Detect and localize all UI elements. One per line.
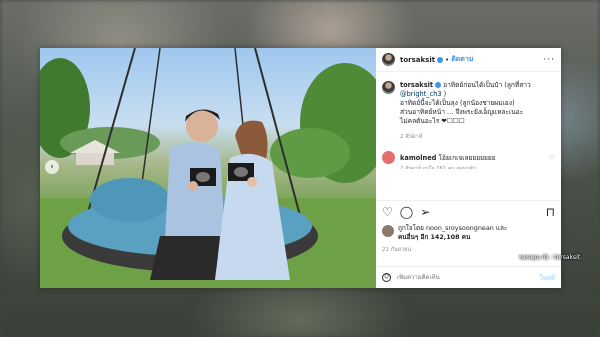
caption-timestamp: 2 สัปดาห์	[400, 134, 423, 140]
post-date: 21 กันยายน	[382, 247, 412, 253]
share-icon[interactable]: ➢	[420, 206, 430, 218]
separator: •	[445, 55, 450, 64]
comment-meta: 2 สัปดาห์ ถูกใจ 161 คน ตอบกลับ	[400, 166, 476, 169]
follow-button[interactable]: ติดตาม	[451, 54, 473, 65]
post-caption: torsaksit อาทิตย์ก่อนได้เป็นป๋า (ลูกที่ส…	[376, 72, 561, 126]
couple-swing-photo	[40, 48, 376, 288]
bookmark-icon[interactable]: ⊓	[546, 206, 555, 218]
avatar[interactable]	[382, 53, 395, 66]
caption-line: อาทิตย์ก่อนได้เป็นป๋า (ลูกที่สาว	[443, 81, 531, 89]
heart-icon[interactable]: ♡	[382, 206, 393, 218]
likes-summary: ถูกใจโดย noon_sroysoongnean และ คนอื่นๆ …	[382, 224, 557, 242]
commenter-username[interactable]: kamolned	[400, 154, 436, 162]
emoji-icon[interactable]: ☺	[382, 273, 391, 282]
action-bar: ♡ ◯ ➢ ⊓	[376, 200, 561, 222]
username-link[interactable]: torsaksit	[400, 56, 435, 64]
mention-link[interactable]: @bright_ch3 )	[400, 90, 531, 99]
more-icon[interactable]: ···	[543, 55, 555, 64]
post-photo: ‹	[40, 48, 376, 288]
caption-line: อาทิตย์นี้จะได้เป็นลุง (ลูกน้องชายผมเอง)	[400, 99, 515, 107]
comment-text: โอ้ยเกเจเลยยยยยยย	[438, 154, 496, 162]
comment-item: kamolned โอ้ยเกเจเลยยยยยยย ♡	[376, 141, 561, 164]
caption-line: ไม่คลดันอะไร ❤☐☐☐	[400, 117, 465, 125]
comment-like-icon[interactable]: ♡	[549, 154, 555, 162]
liker-avatar[interactable]	[382, 225, 394, 237]
post-header: torsaksit • ติดตาม ···	[376, 48, 561, 72]
verified-badge-icon	[437, 56, 444, 63]
previous-photo-button[interactable]: ‹	[45, 160, 59, 174]
instagram-post: ‹ torsaksit • ติดตาม ··· torsaksit อาทิต…	[40, 48, 561, 288]
caption-username[interactable]: torsaksit	[400, 81, 433, 89]
caption-line: ส่วนอาทิตย์หน้า ... จึงพระยังเอ็ญแหละเนอ…	[400, 108, 524, 116]
verified-badge-icon	[435, 82, 442, 88]
post-comment-button[interactable]: โพสต์	[539, 273, 555, 283]
avatar[interactable]	[382, 81, 395, 94]
likes-count[interactable]: คนอื่นๆ อีก 142,108 คน	[398, 233, 507, 242]
add-comment-bar: ☺ โพสต์	[376, 266, 561, 288]
likes-line[interactable]: ถูกใจโดย noon_sroysoongnean และ	[398, 224, 507, 233]
image-credit: ขอบคุณ IG : torsaksit	[519, 254, 581, 261]
comment-icon[interactable]: ◯	[400, 206, 413, 218]
comment-input[interactable]	[397, 274, 517, 281]
commenter-avatar[interactable]	[382, 151, 395, 164]
